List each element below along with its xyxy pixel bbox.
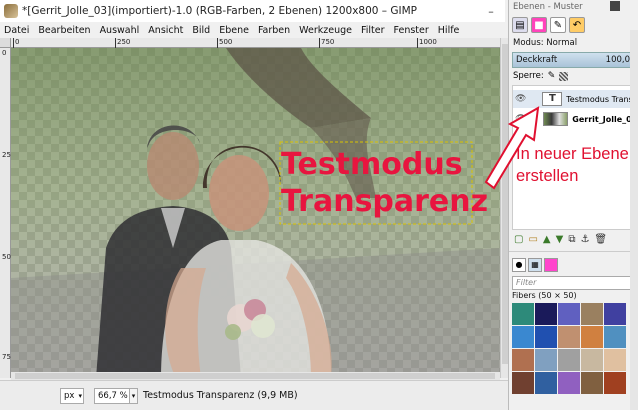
undo-history-tab-icon[interactable]: ↶ (569, 17, 585, 33)
image-canvas[interactable]: Testmodus Transparenz (11, 48, 500, 378)
dock-tab-row: ▤ ■ ✎ ↶ (509, 14, 638, 36)
dock-title: Ebenen - Muster (513, 2, 583, 12)
menu-filter[interactable]: Filter (361, 25, 385, 36)
layer-name: Testmodus Transparenz (566, 94, 636, 104)
unit-select[interactable]: px (60, 387, 84, 404)
zoom-dropdown-arrow[interactable]: ▾ (130, 387, 138, 404)
menu-ansicht[interactable]: Ansicht (148, 25, 183, 36)
pattern-swatch[interactable] (535, 372, 557, 394)
canvas-vertical-scrollbar[interactable] (500, 38, 508, 378)
pattern-tabs: ● ▦ (509, 257, 638, 273)
text-layer-line: Testmodus (281, 147, 463, 182)
pattern-grid (512, 303, 635, 394)
anchor-layer-icon[interactable]: ⚓ (580, 234, 589, 245)
pattern-swatch[interactable] (581, 326, 603, 348)
canvas-horizontal-scrollbar[interactable] (11, 372, 500, 380)
pattern-swatch[interactable] (558, 372, 580, 394)
pattern-swatch[interactable] (558, 326, 580, 348)
opacity-slider[interactable]: Deckkraft 100,0 (512, 52, 635, 68)
pattern-swatch[interactable] (581, 303, 603, 325)
hruler-label: 0 (15, 38, 20, 46)
menu-datei[interactable]: Datei (4, 25, 29, 36)
pattern-swatch[interactable] (535, 349, 557, 371)
ruler-corner[interactable] (0, 38, 11, 48)
minimize-button[interactable]: – (481, 5, 501, 18)
pattern-swatch[interactable] (604, 349, 626, 371)
new-layer-icon[interactable]: ▢ (514, 234, 523, 245)
pattern-swatch[interactable] (535, 303, 557, 325)
gimp-app-icon (4, 4, 18, 18)
layer-name: Gerrit_Jolle_03 (572, 114, 636, 124)
paths-tab-icon[interactable]: ✎ (550, 17, 566, 33)
opacity-label: Deckkraft (516, 55, 558, 65)
raise-layer-icon[interactable]: ▲ (543, 234, 551, 245)
menu-bearbeiten[interactable]: Bearbeiten (38, 25, 90, 36)
text-layer-line: Transparenz (281, 184, 489, 219)
patterns-tab-icon[interactable]: ▦ (528, 258, 542, 272)
menu-bild[interactable]: Bild (192, 25, 210, 36)
status-bar: px 66,7 % ▾ Testmodus Transparenz (9,9 M… (0, 380, 508, 410)
status-message: Testmodus Transparenz (9,9 MB) (143, 390, 298, 401)
menu-bar: Datei Bearbeiten Auswahl Ansicht Bild Eb… (0, 22, 505, 38)
channels-tab-icon[interactable]: ■ (531, 17, 547, 33)
pattern-name: Fibers (50 × 50) (512, 291, 577, 300)
pattern-swatch[interactable] (535, 326, 557, 348)
horizontal-ruler[interactable]: 0 250 500 750 1000 (11, 38, 500, 48)
vertical-ruler[interactable]: 0 250 500 750 (0, 48, 15, 378)
pattern-swatch[interactable] (604, 372, 626, 394)
hruler-label: 750 (321, 38, 335, 46)
pattern-swatch[interactable] (581, 349, 603, 371)
pattern-swatch[interactable] (512, 303, 534, 325)
layer-buttons: ▢ ▭ ▲ ▼ ⧉ ⚓ 🗑 (509, 230, 638, 248)
brushes-tab-icon[interactable]: ● (512, 258, 526, 272)
menu-werkzeuge[interactable]: Werkzeuge (299, 25, 352, 36)
pattern-swatch[interactable] (558, 349, 580, 371)
window-title: *[Gerrit_Jolle_03](importiert)-1.0 (RGB-… (22, 5, 418, 17)
pattern-swatch[interactable] (512, 372, 534, 394)
hruler-label: 500 (219, 38, 233, 46)
pattern-filter-input[interactable]: Filter (512, 276, 635, 290)
pattern-swatch[interactable] (581, 372, 603, 394)
lock-alpha-icon[interactable] (559, 71, 569, 81)
lock-label: Sperre: (513, 71, 544, 81)
menu-fenster[interactable]: Fenster (394, 25, 429, 36)
dock-close-button[interactable] (610, 1, 620, 11)
pattern-swatch[interactable] (604, 303, 626, 325)
annotation-line: erstellen (516, 167, 579, 185)
hruler-label: 1000 (419, 38, 437, 46)
vruler-label: 0 (2, 49, 7, 57)
lock-pixels-icon[interactable]: ✎ (548, 71, 556, 81)
menu-ebene[interactable]: Ebene (219, 25, 249, 36)
menu-farben[interactable]: Farben (258, 25, 290, 36)
hruler-label: 250 (117, 38, 131, 46)
menu-hilfe[interactable]: Hilfe (438, 25, 460, 36)
annotation-line: In neuer Ebene (516, 145, 629, 163)
layers-tab-icon[interactable]: ▤ (512, 17, 528, 33)
pattern-swatch[interactable] (604, 326, 626, 348)
menu-auswahl[interactable]: Auswahl (100, 25, 140, 36)
title-bar: *[Gerrit_Jolle_03](importiert)-1.0 (RGB-… (0, 0, 505, 22)
pattern-swatch[interactable] (512, 326, 534, 348)
zoom-input[interactable]: 66,7 % (94, 387, 130, 404)
annotation-text: In neuer Ebene erstellen (516, 143, 629, 187)
gradients-tab-icon[interactable] (544, 258, 558, 272)
pattern-swatch[interactable] (558, 303, 580, 325)
lower-layer-icon[interactable]: ▼ (556, 234, 564, 245)
layer-mode-select[interactable]: Modus: Normal (509, 36, 638, 51)
delete-layer-icon[interactable]: 🗑 (594, 234, 607, 245)
dock-title-bar: Ebenen - Muster (509, 0, 638, 14)
duplicate-layer-icon[interactable]: ⧉ (568, 234, 575, 245)
new-group-icon[interactable]: ▭ (528, 234, 537, 245)
lock-row: Sperre: ✎ (509, 69, 638, 83)
text-layer-content[interactable]: Testmodus Transparenz (281, 146, 488, 220)
opacity-value: 100,0 (605, 55, 630, 65)
pattern-swatch[interactable] (512, 349, 534, 371)
dock-scrollbar[interactable] (630, 30, 638, 410)
layers-dock: Ebenen - Muster ▤ ■ ✎ ↶ Modus: Normal De… (508, 0, 638, 410)
